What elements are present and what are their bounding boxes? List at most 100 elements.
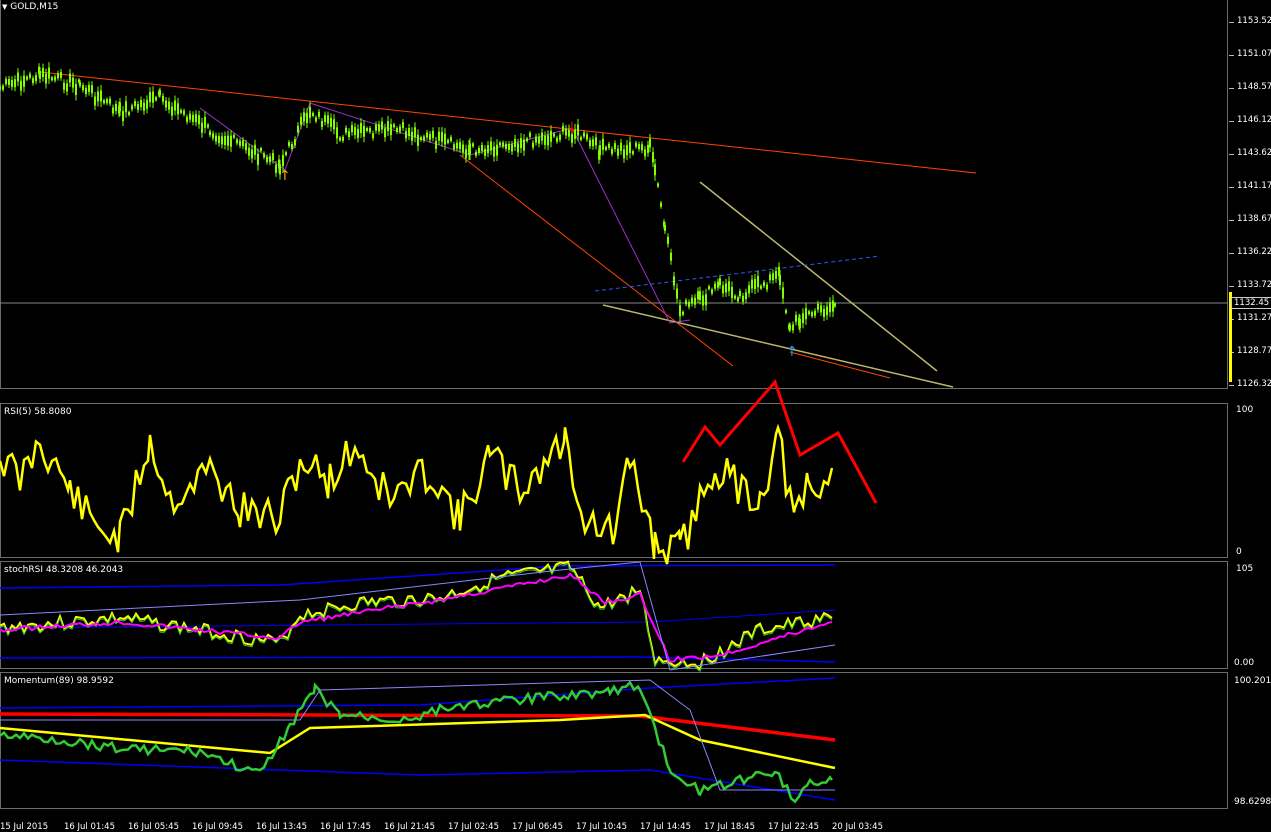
candle-body — [526, 138, 528, 142]
candle-body — [32, 78, 34, 84]
candle-body — [345, 127, 347, 133]
candle-body — [538, 136, 540, 144]
candle-body — [644, 149, 646, 157]
candle-body — [8, 79, 10, 86]
stochrsi-scale-top: 105 — [1236, 564, 1254, 574]
candle-body — [297, 125, 299, 133]
stoch-main-line — [0, 560, 833, 671]
candle-body — [94, 96, 96, 106]
candle-body — [177, 103, 179, 115]
candle-body — [652, 152, 654, 163]
candle-body — [420, 137, 422, 141]
candle-body — [629, 142, 631, 154]
candle-body — [236, 139, 238, 144]
candle-body — [215, 135, 217, 142]
candle-body — [620, 142, 622, 151]
candle-body — [109, 98, 111, 104]
rsi-scale-bottom: 0 — [1236, 547, 1242, 557]
momentum-scale-top: 100.2019 — [1234, 676, 1271, 686]
candle-body — [719, 278, 721, 286]
candle-body — [688, 301, 690, 307]
channel-lower-line — [602, 304, 954, 388]
candle-body — [378, 124, 380, 132]
up-arrow-fractal-icon: ↑ — [279, 168, 291, 184]
candle-body — [487, 145, 489, 154]
candle-body — [595, 137, 597, 146]
price-tick: 1143.62 — [1228, 148, 1271, 158]
price-scale[interactable]: 1153.52 1151.07 1148.57 1146.12 1143.62 … — [1228, 0, 1271, 389]
candle-body — [679, 305, 681, 317]
candle-body — [14, 79, 16, 88]
candle-body — [405, 131, 407, 139]
candle-body — [149, 92, 151, 103]
price-tick: 1138.67 — [1228, 214, 1271, 224]
candle-body — [354, 127, 356, 136]
candle-body — [291, 144, 293, 150]
candle-body — [817, 303, 819, 310]
candle-body — [186, 116, 188, 122]
candle-body — [559, 134, 561, 140]
candle-body — [168, 101, 170, 110]
time-tick: 20 Jul 03:45 — [832, 822, 883, 832]
candle-body — [490, 141, 492, 151]
candle-body — [472, 143, 474, 147]
candle-body — [192, 114, 194, 122]
candle-body — [673, 276, 675, 286]
candle-body — [799, 319, 801, 329]
time-tick: 16 Jul 21:45 — [384, 822, 435, 832]
candle-body — [520, 138, 522, 149]
candle-body — [757, 276, 759, 288]
candle-body — [550, 130, 552, 142]
candle-body — [372, 133, 374, 139]
price-tick: 1148.57 — [1228, 82, 1271, 92]
candle-body — [72, 77, 74, 88]
candle-body — [641, 144, 643, 151]
candle-body — [532, 142, 534, 148]
candle-body — [722, 285, 724, 294]
candle-body — [369, 128, 371, 133]
candle-body — [691, 297, 693, 304]
candle-body — [0, 86, 1, 90]
candle-body — [408, 127, 410, 136]
candle-body — [475, 151, 477, 156]
momentum-band-upper — [0, 677, 836, 709]
candle-body — [366, 128, 368, 132]
candle-body — [414, 127, 416, 138]
candle-body — [336, 127, 338, 139]
candle-body — [676, 288, 678, 299]
candle-body — [393, 124, 395, 128]
momentum-scale-bottom: 98.6298 — [1234, 797, 1271, 807]
candle-body — [263, 153, 265, 158]
candle-body — [342, 136, 344, 141]
candle-body — [131, 105, 133, 110]
candle-body — [306, 112, 308, 123]
candle-body — [785, 309, 787, 313]
candle-body — [802, 313, 804, 324]
candle-body — [134, 101, 136, 107]
chart-canvas: ↑ ↓ ↑ — [0, 62, 1228, 804]
candle-body — [312, 112, 314, 116]
candle-body — [429, 133, 431, 140]
candle-body — [602, 138, 604, 150]
candle-body — [254, 144, 256, 155]
candle-body — [272, 153, 274, 161]
candle-body — [529, 132, 531, 137]
stoch-band-upper — [0, 564, 836, 589]
candle-body — [623, 149, 625, 159]
time-tick: 17 Jul 14:45 — [640, 822, 691, 832]
time-tick: 16 Jul 05:45 — [128, 822, 179, 832]
candle-body — [174, 100, 176, 111]
candle-body — [327, 115, 329, 124]
candle-body — [288, 142, 290, 147]
candle-body — [580, 136, 582, 140]
candle-body — [146, 99, 148, 109]
candle-body — [667, 236, 669, 244]
candle-body — [766, 284, 768, 290]
candle-body — [26, 76, 28, 80]
candle-body — [626, 145, 628, 156]
candle-body — [456, 142, 458, 149]
candle-body — [51, 77, 53, 81]
candle-body — [54, 76, 56, 81]
candle-body — [459, 142, 461, 150]
candle-body — [417, 134, 419, 146]
